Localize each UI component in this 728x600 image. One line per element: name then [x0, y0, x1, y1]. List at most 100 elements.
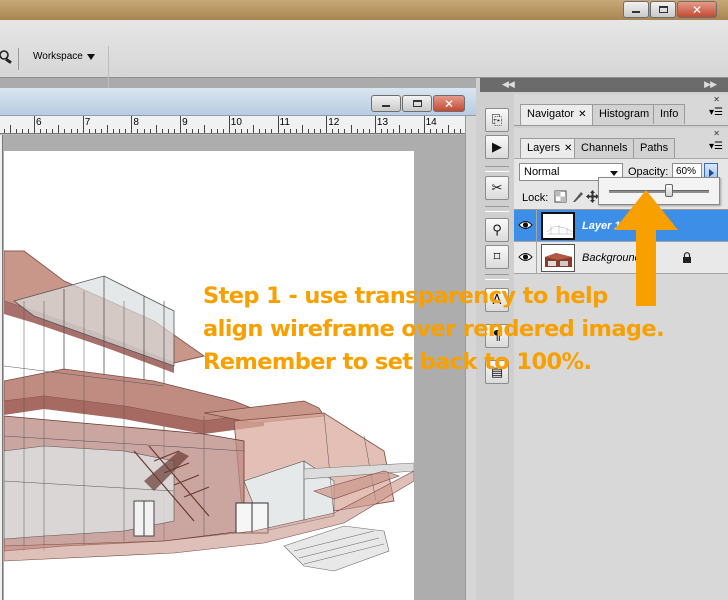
brushes-button[interactable]: ⌑	[485, 245, 509, 269]
ruler-tick	[3, 129, 5, 133]
tab-layers[interactable]: Layers ✕	[520, 138, 580, 159]
ruler-tick	[441, 129, 443, 133]
collapse-left-icon[interactable]: ◀◀	[502, 79, 515, 90]
panel-menu-icon[interactable]: ▾☰	[709, 141, 723, 152]
tab-label: Layers	[527, 142, 561, 154]
ruler-tick	[362, 129, 364, 133]
ruler-label: 13	[376, 117, 389, 128]
close-icon[interactable]: ✕	[564, 143, 572, 154]
ruler-label: 6	[36, 117, 42, 128]
ruler-label: 7	[84, 117, 91, 128]
tab-label: Info	[660, 108, 679, 120]
close-icon: ✕	[691, 2, 703, 17]
tab-info[interactable]: Info	[653, 104, 686, 124]
visibility-toggle[interactable]	[514, 210, 537, 242]
ruler-tick	[423, 116, 425, 133]
strip-separator	[485, 206, 509, 212]
tab-paths[interactable]: Paths	[633, 138, 676, 158]
ruler-tick	[52, 129, 54, 133]
ruler-tick	[180, 116, 182, 133]
lock-transparency-icon[interactable]	[554, 190, 567, 203]
ruler-tick	[192, 129, 194, 133]
workspace-menu-button[interactable]: Workspace	[33, 51, 95, 62]
annotation-line: align wireframe over rendered image.	[203, 316, 665, 342]
tab-label: Paths	[640, 142, 669, 154]
lock-icon	[683, 252, 691, 263]
ruler-tick	[405, 129, 407, 133]
actions-panel-button[interactable]: ▶	[485, 135, 509, 159]
document-close-button[interactable]: ✕	[433, 95, 465, 112]
tool-presets-button[interactable]: ✂	[485, 176, 509, 200]
tab-navigator[interactable]: Navigator ✕	[520, 104, 594, 125]
ruler-tick	[161, 129, 163, 133]
ruler-tick	[399, 125, 401, 133]
ruler-tick	[21, 129, 23, 133]
ruler-tick	[204, 125, 206, 133]
ruler-tick	[344, 129, 346, 133]
ruler-tick	[210, 129, 212, 133]
dock-header[interactable]: ◀◀ ▶▶	[480, 78, 728, 92]
ruler-tick	[338, 129, 340, 133]
ruler-tick	[234, 129, 236, 133]
ruler-tick	[125, 129, 127, 133]
stamp-icon: ⚲	[492, 222, 502, 238]
ruler-tick	[34, 116, 35, 133]
ruler-tick	[429, 129, 431, 133]
tab-label: Channels	[581, 142, 628, 154]
ruler-label: 12	[328, 117, 340, 128]
annotation-text: Step 1 - use transparency to help align …	[203, 280, 703, 379]
ruler-tick	[314, 129, 316, 133]
ruler-tick	[113, 129, 115, 133]
ruler-tick	[435, 129, 437, 133]
minimize-icon	[632, 11, 640, 13]
workspace-label: Workspace	[33, 51, 83, 62]
ruler-tick	[27, 129, 29, 133]
app-maximize-button[interactable]	[650, 1, 676, 18]
ruler-tick	[350, 125, 352, 133]
ruler-tick	[326, 116, 328, 133]
ruler-tick	[253, 125, 255, 133]
visibility-toggle[interactable]	[514, 242, 537, 274]
ruler-tick	[356, 129, 358, 133]
maximize-icon	[412, 100, 422, 107]
ruler-tick	[417, 129, 419, 133]
expand-right-icon[interactable]: ▶▶	[704, 79, 717, 90]
ruler-tick	[387, 129, 389, 133]
blend-mode-value: Normal	[524, 166, 560, 178]
lock-label: Lock:	[522, 192, 549, 204]
ruler-tick	[88, 129, 90, 133]
ruler-tick	[15, 129, 17, 133]
ruler-tick	[143, 129, 145, 133]
zoom-tool-icon[interactable]	[0, 50, 12, 64]
minimize-icon	[382, 105, 390, 107]
tools-icon: ✂	[491, 180, 503, 196]
layer-thumbnail	[541, 212, 575, 240]
ruler-tick	[94, 129, 96, 133]
ruler-tick	[76, 129, 78, 133]
chevron-down-icon	[610, 171, 618, 176]
tab-histogram[interactable]: Histogram	[592, 104, 657, 124]
ruler-tick	[82, 116, 84, 133]
ruler-tick	[320, 129, 322, 133]
app-minimize-button[interactable]	[623, 1, 649, 18]
eye-icon	[518, 253, 533, 261]
opacity-value: 60%	[676, 166, 697, 177]
panel-menu-icon[interactable]: ▾☰	[709, 107, 723, 118]
panel-close-icon[interactable]: ✕	[713, 129, 720, 138]
lock-image-icon[interactable]	[571, 190, 584, 203]
ruler-tick	[107, 125, 109, 133]
ruler-tick	[368, 129, 370, 133]
ruler-tick	[265, 129, 267, 133]
history-panel-button[interactable]: ⎘	[485, 108, 509, 132]
clone-source-button[interactable]: ⚲	[485, 218, 509, 242]
panel-close-icon[interactable]: ✕	[713, 95, 720, 104]
app-close-button[interactable]: ✕	[677, 1, 717, 18]
options-separator-2	[108, 46, 109, 92]
document-minimize-button[interactable]	[371, 95, 401, 112]
tab-channels[interactable]: Channels	[574, 138, 635, 158]
ruler-tick	[70, 129, 72, 133]
document-maximize-button[interactable]	[402, 95, 432, 112]
close-icon[interactable]: ✕	[578, 109, 586, 120]
ruler-label: 8	[133, 117, 139, 128]
ruler-tick	[222, 129, 224, 133]
